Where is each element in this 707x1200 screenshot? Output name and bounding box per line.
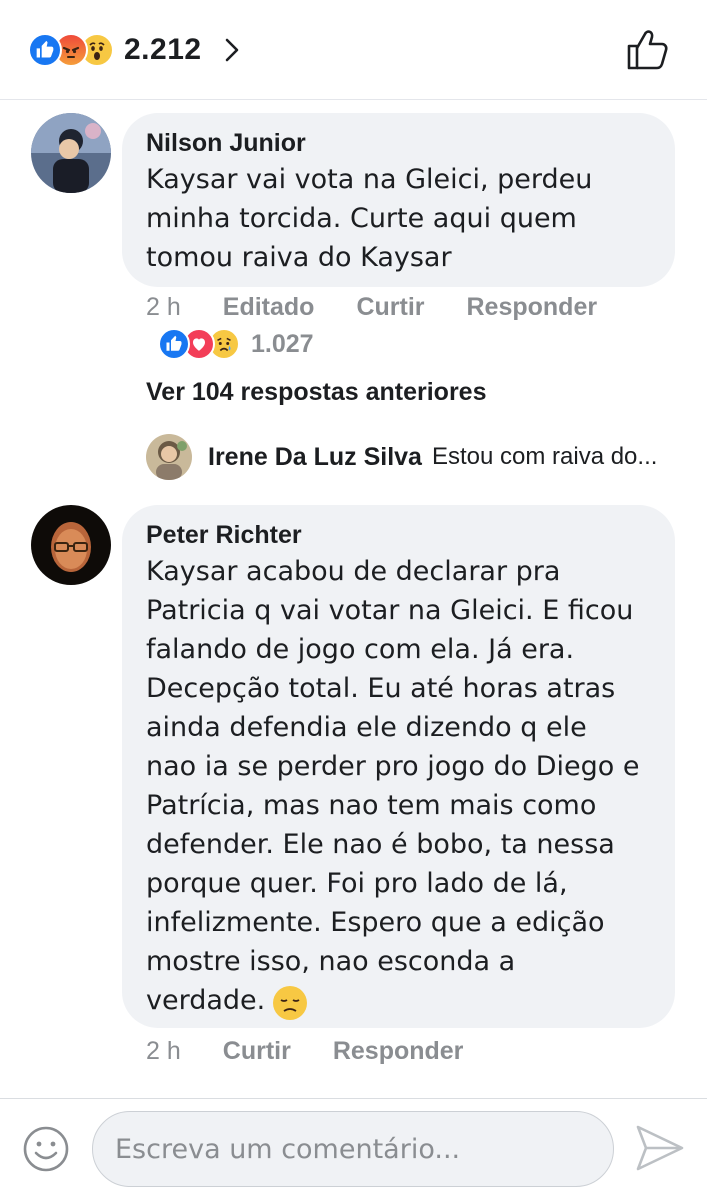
reply-author[interactable]: Irene Da Luz Silva: [208, 443, 422, 472]
comment-text: Kaysar acabou de declarar pra Patricia q…: [146, 556, 640, 1016]
comment-author[interactable]: Nilson Junior: [146, 129, 651, 158]
chevron-right-icon: [225, 38, 238, 62]
like-button-icon[interactable]: [625, 26, 671, 72]
comment-composer: [0, 1098, 707, 1200]
comment-time: 2 h: [146, 1036, 181, 1065]
comment-reactions[interactable]: 1.027: [158, 328, 314, 360]
comment-actions: 2 h Editado Curtir Responder: [146, 292, 597, 322]
comment-time: 2 h: [146, 292, 181, 321]
emoji-icon[interactable]: [22, 1125, 70, 1173]
reply-preview[interactable]: Irene Da Luz Silva Estou com raiva do...: [146, 434, 657, 480]
comment-bubble: Nilson Junior Kaysar vai vota na Gleici,…: [122, 113, 675, 287]
edited-link[interactable]: Editado: [223, 293, 315, 322]
comment-actions: 2 h Curtir Responder: [146, 1036, 463, 1066]
reactions-header: 2.212: [0, 0, 707, 100]
reply-link[interactable]: Responder: [333, 1037, 464, 1066]
comment-bubble: Peter Richter Kaysar acabou de declarar …: [122, 505, 675, 1028]
like-link[interactable]: Curtir: [356, 293, 424, 322]
reply-text: Estou com raiva do...: [431, 443, 658, 470]
avatar[interactable]: [31, 505, 111, 585]
view-previous-replies-link[interactable]: Ver 104 respostas anteriores: [146, 378, 486, 407]
comment-input[interactable]: [92, 1111, 614, 1187]
reactions-summary[interactable]: 2.212: [28, 30, 240, 70]
comment-author[interactable]: Peter Richter: [146, 521, 651, 550]
comment-text: Kaysar vai vota na Gleici, perdeu minha …: [146, 164, 593, 273]
like-link[interactable]: Curtir: [223, 1037, 291, 1066]
disappointed-face-icon: [273, 986, 307, 1020]
send-icon[interactable]: [634, 1123, 686, 1173]
reply-link[interactable]: Responder: [467, 293, 598, 322]
avatar[interactable]: [31, 113, 111, 193]
reaction-count: 2.212: [124, 33, 202, 66]
reply-avatar[interactable]: [146, 434, 192, 480]
like-icon: [28, 33, 62, 67]
like-icon: [158, 328, 190, 360]
comment-reaction-count: 1.027: [251, 329, 314, 358]
